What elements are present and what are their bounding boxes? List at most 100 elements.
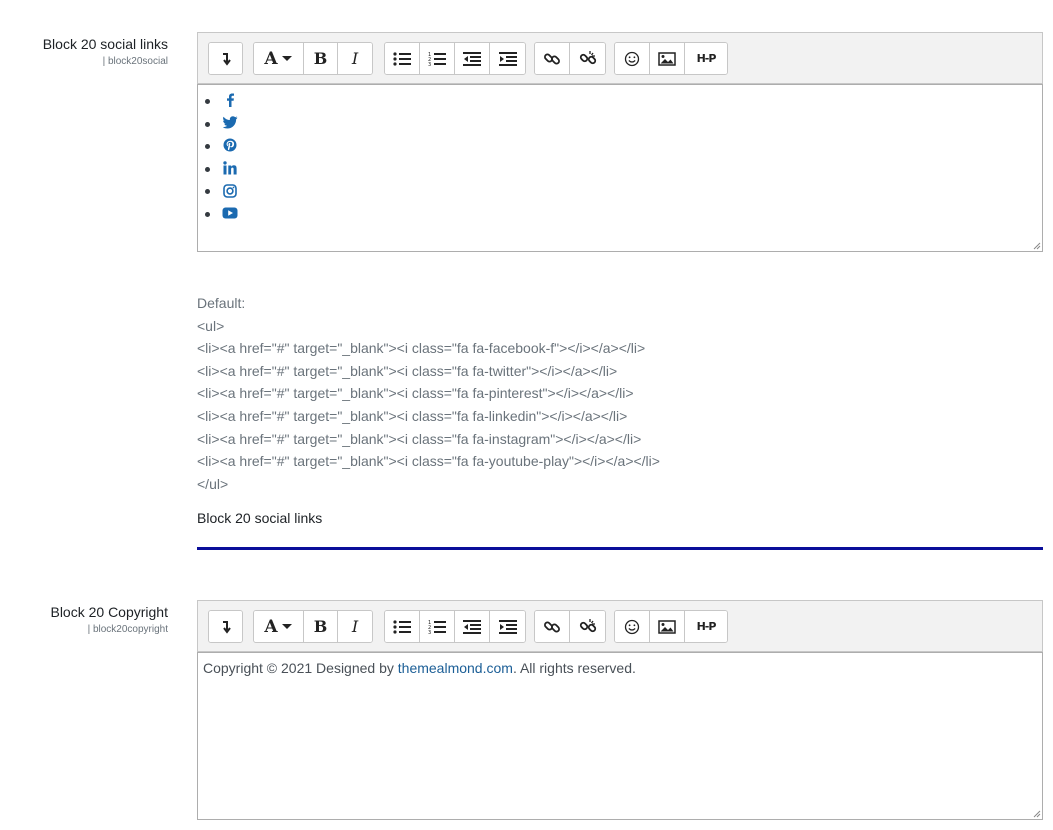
unlink-button[interactable] xyxy=(570,611,605,642)
collapse-arrow-icon xyxy=(222,620,231,634)
list-item xyxy=(205,179,1042,202)
default-line: <li><a href="#" target="_blank"><i class… xyxy=(197,453,660,470)
default-line: <li><a href="#" target="_blank"><i class… xyxy=(197,362,618,379)
copyright-prefix: Copyright © 2021 Designed by xyxy=(203,660,398,676)
list-item xyxy=(205,89,1042,112)
linkedin-icon[interactable] xyxy=(222,160,238,176)
unlink-button[interactable] xyxy=(570,43,605,74)
italic-button[interactable]: I xyxy=(338,43,372,74)
font-glyph: A xyxy=(264,48,278,69)
setting-label: Block 20 Copyright | block20copyright xyxy=(0,603,168,637)
italic-button[interactable]: I xyxy=(338,611,372,642)
setting-key: | block20social xyxy=(102,56,168,67)
collapse-arrow-icon xyxy=(222,52,231,66)
resize-handle-icon[interactable] xyxy=(1031,808,1041,818)
pinterest-icon[interactable] xyxy=(222,137,238,153)
bold-glyph: B xyxy=(313,49,328,68)
toolbar-toggle-button[interactable] xyxy=(209,611,242,642)
toolbar-group-collapse xyxy=(208,42,243,75)
outdent-icon xyxy=(463,51,481,66)
emoji-button[interactable] xyxy=(615,611,650,642)
unlink-icon xyxy=(579,50,596,64)
toolbar-group-list: 123 xyxy=(384,610,526,643)
instagram-icon[interactable] xyxy=(222,183,238,199)
unordered-list-button[interactable] xyxy=(385,43,420,74)
toolbar-group-insert: H-P xyxy=(614,610,728,643)
ordered-list-button[interactable]: 123 xyxy=(420,43,455,74)
indent-button[interactable] xyxy=(490,611,525,642)
list-item xyxy=(205,134,1042,157)
youtube-icon[interactable] xyxy=(222,205,238,221)
setting-description: Block 20 social links xyxy=(197,510,323,526)
facebook-icon[interactable] xyxy=(222,92,238,108)
svg-text:3: 3 xyxy=(428,62,431,67)
setting-title: Block 20 social links xyxy=(42,36,168,52)
default-line: <li><a href="#" target="_blank"><i class… xyxy=(197,340,646,357)
image-button[interactable] xyxy=(650,611,685,642)
social-links-list xyxy=(198,85,1042,225)
emoji-button[interactable] xyxy=(615,43,650,74)
font-style-button[interactable]: A xyxy=(254,611,304,642)
font-glyph: A xyxy=(264,616,278,637)
twitter-icon[interactable] xyxy=(222,115,238,131)
copyright-link[interactable]: themealmond.com xyxy=(398,660,513,676)
outdent-icon xyxy=(463,619,481,634)
unlink-icon xyxy=(579,618,596,632)
copyright-suffix: . All rights reserved. xyxy=(512,660,636,676)
image-icon xyxy=(658,51,676,66)
italic-glyph: I xyxy=(351,49,359,68)
default-line: <ul> xyxy=(197,317,225,334)
atto-editor: A B I 123 xyxy=(197,32,1043,252)
unordered-list-icon xyxy=(393,51,411,66)
default-line: <li><a href="#" target="_blank"><i class… xyxy=(197,407,628,424)
list-item xyxy=(205,202,1042,225)
smiley-icon xyxy=(624,51,640,66)
h5p-button[interactable]: H-P xyxy=(685,611,727,642)
editor-toolbar: A B I 123 H-P xyxy=(197,600,1043,652)
h5p-icon: H-P xyxy=(696,52,717,65)
smiley-icon xyxy=(624,619,640,634)
caret-down-icon xyxy=(281,55,292,61)
link-button[interactable] xyxy=(535,611,570,642)
default-line: <li><a href="#" target="_blank"><i class… xyxy=(197,430,642,447)
section-divider xyxy=(197,547,1043,550)
editor-toolbar: A B I 123 H-P xyxy=(197,32,1043,84)
default-value-block: Default: <ul> <li><a href="#" target="_b… xyxy=(197,292,1043,495)
bold-button[interactable]: B xyxy=(304,43,338,74)
outdent-button[interactable] xyxy=(455,43,490,74)
setting-key: | block20copyright xyxy=(87,624,168,635)
ordered-list-button[interactable]: 123 xyxy=(420,611,455,642)
resize-handle-icon[interactable] xyxy=(1031,240,1041,250)
setting-label: Block 20 social links | block20social xyxy=(0,35,168,69)
default-heading: Default: xyxy=(197,295,246,311)
bold-glyph: B xyxy=(313,617,328,636)
toolbar-group-insert: H-P xyxy=(614,42,728,75)
unordered-list-button[interactable] xyxy=(385,611,420,642)
image-button[interactable] xyxy=(650,43,685,74)
h5p-button[interactable]: H-P xyxy=(685,43,727,74)
default-line: </ul> xyxy=(197,475,229,492)
editor-content-area[interactable]: Copyright © 2021 Designed by themealmond… xyxy=(197,652,1043,820)
indent-button[interactable] xyxy=(490,43,525,74)
editor-content-area[interactable] xyxy=(197,84,1043,252)
ordered-list-icon: 123 xyxy=(428,620,446,635)
indent-icon xyxy=(498,619,517,634)
toolbar-group-link xyxy=(534,42,606,75)
h5p-icon: H-P xyxy=(696,620,717,633)
toolbar-toggle-button[interactable] xyxy=(209,43,242,74)
font-style-button[interactable]: A xyxy=(254,43,304,74)
bold-button[interactable]: B xyxy=(304,611,338,642)
atto-editor: A B I 123 xyxy=(197,600,1043,820)
link-icon xyxy=(544,621,560,632)
setting-title: Block 20 Copyright xyxy=(50,604,168,620)
toolbar-group-list: 123 xyxy=(384,42,526,75)
list-item xyxy=(205,112,1042,135)
default-line: <li><a href="#" target="_blank"><i class… xyxy=(197,385,634,402)
copyright-text: Copyright © 2021 Designed by themealmond… xyxy=(198,653,1042,683)
italic-glyph: I xyxy=(351,617,359,636)
image-icon xyxy=(658,619,676,634)
toolbar-group-link xyxy=(534,610,606,643)
link-button[interactable] xyxy=(535,43,570,74)
toolbar-group-style: A B I xyxy=(253,42,373,75)
outdent-button[interactable] xyxy=(455,611,490,642)
